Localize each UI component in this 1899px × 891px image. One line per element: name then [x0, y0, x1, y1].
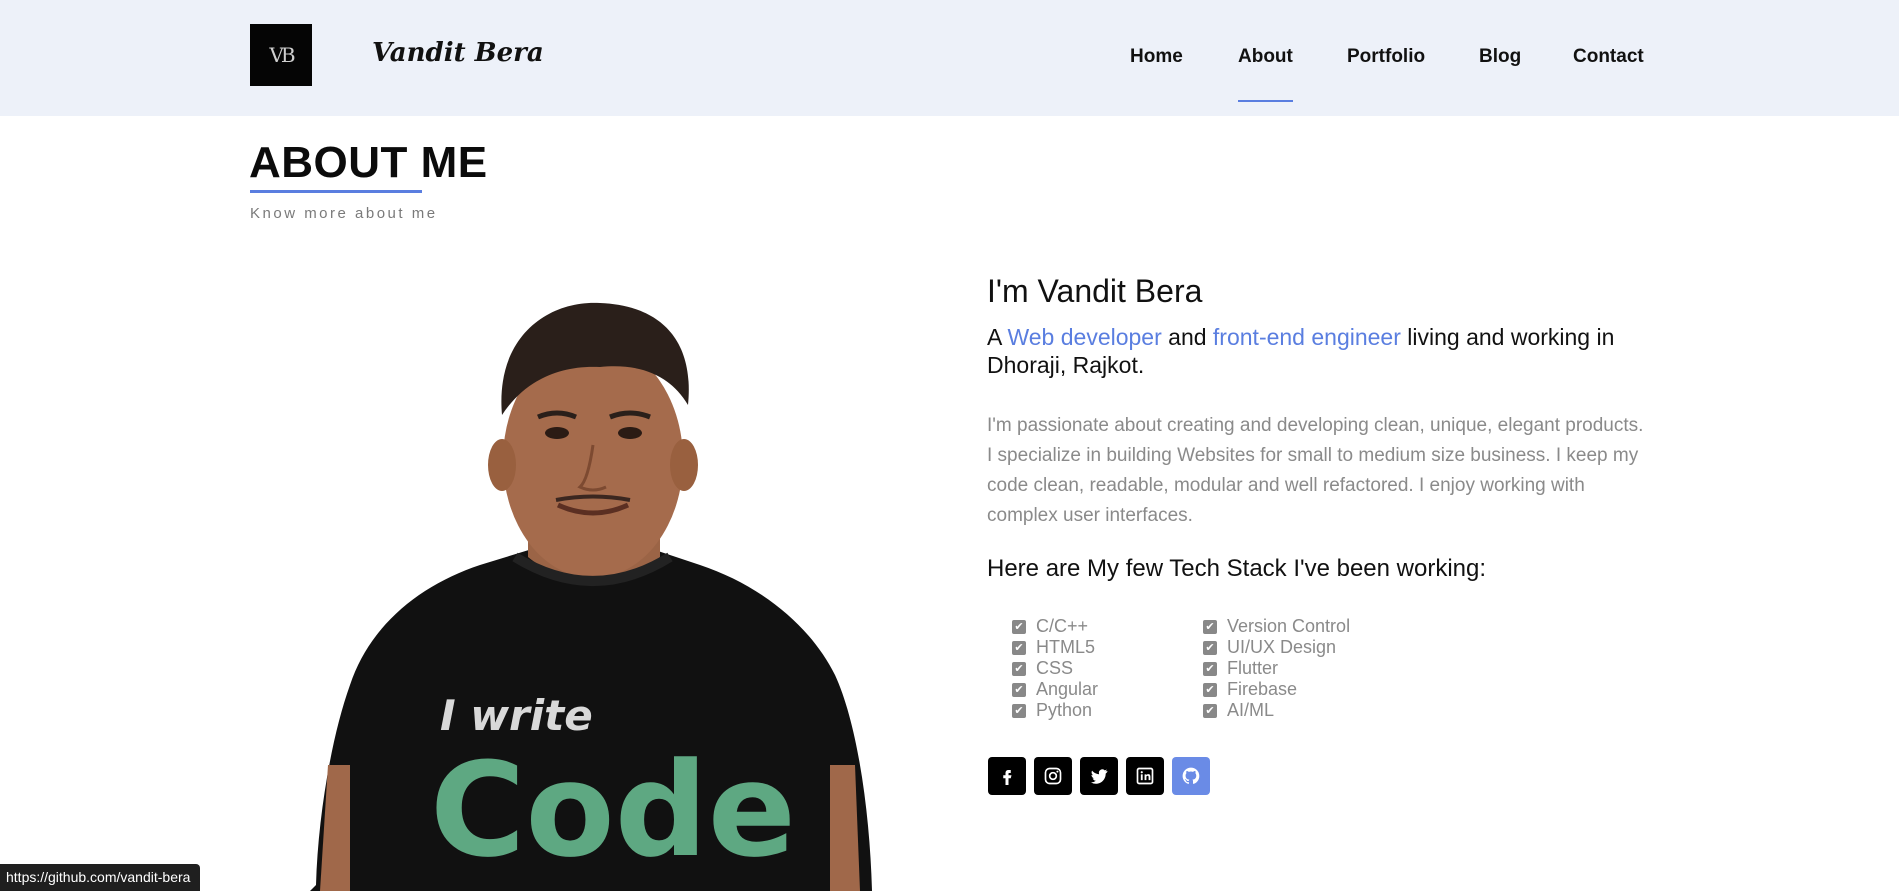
role-frontend-engineer[interactable]: front-end engineer [1213, 324, 1401, 350]
section-subtitle: Know more about me [250, 205, 438, 222]
github-button[interactable] [1172, 757, 1210, 795]
social-links [988, 757, 1210, 795]
brand-name[interactable]: Vandit Bera [372, 38, 544, 68]
tech-item: ✔ Python [1012, 700, 1098, 721]
twitter-icon [1090, 769, 1108, 784]
check-icon: ✔ [1012, 703, 1026, 718]
check-icon: ✔ [1012, 661, 1026, 676]
nav-about[interactable]: About [1238, 46, 1293, 102]
tech-item-label: Python [1036, 700, 1093, 720]
linkedin-button[interactable] [1126, 757, 1164, 795]
check-icon: ✔ [1012, 682, 1026, 697]
tech-list-col2: ✔ Version Control ✔ UI/UX Design ✔ Flutter … [1203, 616, 1350, 721]
profile-name: I'm Vandit Bera [987, 273, 1203, 309]
nav-home[interactable]: Home [1130, 46, 1183, 68]
tagline-prefix: A [987, 324, 1008, 350]
tech-item-label: AI/ML [1227, 700, 1275, 720]
tech-item-label: Flutter [1227, 658, 1279, 678]
tech-item: ✔ Angular [1012, 679, 1098, 700]
role-web-developer[interactable]: Web developer [1007, 324, 1161, 350]
tech-stack-heading: Here are My few Tech Stack I've been wor… [987, 555, 1487, 582]
tagline-mid: and [1161, 324, 1213, 350]
check-icon: ✔ [1012, 640, 1026, 655]
nav-blog[interactable]: Blog [1479, 46, 1521, 68]
tech-item: ✔ AI/ML [1203, 700, 1350, 721]
tech-item: ✔ Firebase [1203, 679, 1350, 700]
instagram-button[interactable] [1034, 757, 1072, 795]
facebook-icon [1003, 770, 1012, 785]
tech-item-label: CSS [1036, 658, 1074, 678]
tech-item-label: Angular [1036, 679, 1099, 699]
github-icon [1182, 767, 1200, 784]
tech-item: ✔ Flutter [1203, 658, 1350, 679]
navbar: VB Vandit Bera Home About Portfolio Blog… [0, 0, 1899, 116]
linkedin-icon [1136, 767, 1154, 785]
tech-item: ✔ UI/UX Design [1203, 637, 1350, 658]
profile-bio: I'm passionate about creating and develo… [987, 415, 1644, 526]
check-icon: ✔ [1203, 640, 1217, 655]
nav-portfolio[interactable]: Portfolio [1347, 46, 1425, 68]
title-underline [250, 190, 422, 193]
check-icon: ✔ [1203, 703, 1217, 718]
browser-status-url: https://github.com/vandit-bera [0, 864, 201, 891]
tech-item-label: HTML5 [1036, 637, 1096, 657]
check-icon: ✔ [1012, 619, 1026, 634]
tech-item-label: Version Control [1227, 616, 1351, 636]
tech-item: ✔ Version Control [1203, 616, 1350, 637]
profile-photo: I write Code [310, 302, 872, 891]
twitter-button[interactable] [1080, 757, 1118, 795]
profile-tagline: A Web developer and front-end engineer l… [987, 323, 1627, 379]
section-title: ABOUT ME [249, 138, 488, 187]
facebook-button[interactable] [988, 757, 1026, 795]
shirt-text-line2: Code [430, 734, 796, 886]
nav-contact[interactable]: Contact [1573, 46, 1644, 68]
instagram-icon [1044, 767, 1062, 785]
tech-item: ✔ CSS [1012, 658, 1098, 679]
check-icon: ✔ [1203, 619, 1217, 634]
check-icon: ✔ [1203, 661, 1217, 676]
tech-item: ✔ HTML5 [1012, 637, 1098, 658]
tech-list-col1: ✔ C/C++ ✔ HTML5 ✔ CSS ✔ Angular ✔ Python [1012, 616, 1098, 721]
tech-item-label: C/C++ [1036, 616, 1089, 636]
logo[interactable]: VB [250, 24, 312, 86]
tech-item-label: Firebase [1227, 679, 1298, 699]
tech-item: ✔ C/C++ [1012, 616, 1098, 637]
shirt-text-line1: I write [440, 691, 593, 740]
tech-item-label: UI/UX Design [1227, 637, 1337, 657]
check-icon: ✔ [1203, 682, 1217, 697]
logo-text: VB [269, 43, 295, 67]
